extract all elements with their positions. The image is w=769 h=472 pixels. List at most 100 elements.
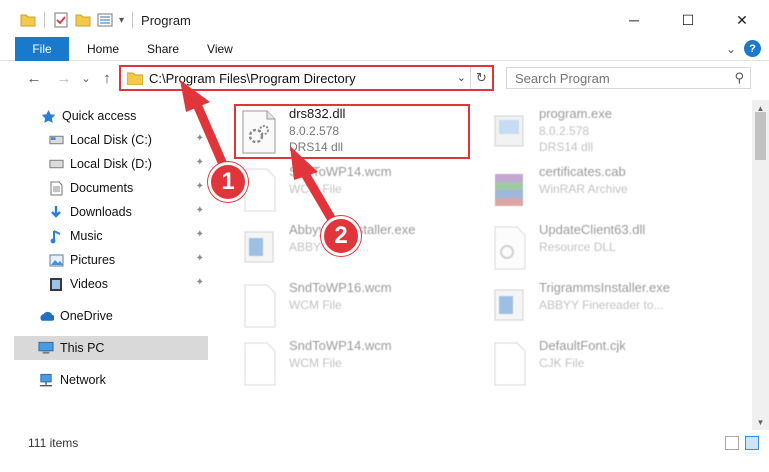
file-details: TrigrammsInstaller.exe ABBYY Finereader … <box>539 280 670 336</box>
file-type: WCM File <box>289 182 342 196</box>
sidebar-item-network[interactable]: Network <box>14 368 208 392</box>
pin-icon[interactable]: ✦ <box>196 277 204 288</box>
search-box[interactable]: ⚲ <box>506 67 751 89</box>
quick-access-toolbar: ▾ <box>20 12 135 28</box>
installer-icon <box>244 231 274 263</box>
installer-icon <box>494 289 524 321</box>
file-details: SndToWP14.wcm WCM File <box>289 164 392 220</box>
help-icon[interactable]: ? <box>744 40 761 57</box>
pin-icon[interactable]: ✦ <box>196 229 204 240</box>
scroll-thumb[interactable] <box>755 112 766 160</box>
new-folder-icon[interactable] <box>75 12 91 28</box>
pin-icon[interactable]: ✦ <box>196 253 204 264</box>
file-name: certificates.cab <box>539 164 626 179</box>
close-button[interactable]: ✕ <box>715 0 769 40</box>
pin-icon[interactable]: ✦ <box>196 133 204 144</box>
dll-file-icon <box>494 226 526 270</box>
minimize-button[interactable]: ─ <box>607 0 661 40</box>
file-name: UpdateClient63.dll <box>539 222 646 237</box>
maximize-button[interactable]: ☐ <box>661 0 715 40</box>
item-count: 111 items <box>28 436 79 450</box>
file-type: CJK File <box>539 356 585 370</box>
list-item-trigrammsinstaller-exe[interactable]: TrigrammsInstaller.exe ABBYY Finereader … <box>489 280 729 336</box>
list-item-certificates-cab[interactable]: certificates.cab WinRAR Archive <box>489 164 729 220</box>
list-item-sndtowp14-wcm-2[interactable]: SndToWP14.wcm WCM File <box>239 338 479 394</box>
vertical-scrollbar[interactable]: ▲ ▼ <box>752 100 769 430</box>
navigation-pane: Quick access Local Disk (C:) ✦ Local Dis… <box>0 100 212 430</box>
generic-file-icon <box>494 342 526 386</box>
list-item-sndtowp16-wcm[interactable]: SndToWP16.wcm WCM File <box>239 280 479 336</box>
winrar-icon <box>495 174 523 206</box>
toolbar-divider <box>44 12 45 28</box>
details-view-icon[interactable] <box>725 436 739 450</box>
sidebar-item-quick-access[interactable]: Quick access <box>14 104 208 128</box>
address-dropdown-chevron-icon[interactable]: ⌄ <box>457 71 466 84</box>
sidebar-item-label: Network <box>60 373 106 387</box>
pin-icon[interactable]: ✦ <box>196 205 204 216</box>
file-type: Resource DLL <box>539 240 616 254</box>
step-2-badge: 2 <box>321 216 361 256</box>
sidebar-item-videos[interactable]: Videos ✦ <box>14 272 208 296</box>
scroll-down-arrow-icon[interactable]: ▼ <box>752 414 769 430</box>
music-icon <box>48 228 64 244</box>
sidebar-item-label: Downloads <box>70 205 132 219</box>
ribbon-tabs: File Home Share View ⌄ ? <box>0 36 769 61</box>
view-options-icon[interactable] <box>97 12 113 28</box>
pin-icon[interactable]: ✦ <box>196 181 204 192</box>
search-icon[interactable]: ⚲ <box>734 70 744 86</box>
refresh-button[interactable]: ↻ <box>470 67 492 89</box>
list-item-program-exe[interactable]: program.exe 8.0.2.578 DRS14 dll <box>489 106 729 162</box>
downloads-icon <box>48 204 64 220</box>
forward-button[interactable]: → <box>54 68 74 88</box>
tab-view[interactable]: View <box>193 37 247 61</box>
drive-icon <box>48 156 64 172</box>
expand-ribbon-chevron-icon[interactable]: ⌄ <box>726 42 736 56</box>
file-details: certificates.cab WinRAR Archive <box>539 164 628 220</box>
file-details: program.exe 8.0.2.578 DRS14 dll <box>539 106 612 162</box>
file-name: SndToWP14.wcm <box>289 338 392 353</box>
recent-locations-chevron-icon[interactable]: ⌄ <box>76 68 96 88</box>
sidebar-item-documents[interactable]: Documents ✦ <box>14 176 208 200</box>
sidebar-item-pictures[interactable]: Pictures ✦ <box>14 248 208 272</box>
sidebar-item-music[interactable]: Music ✦ <box>14 224 208 248</box>
highlight-box <box>234 104 470 159</box>
sidebar-item-local-disk-d[interactable]: Local Disk (D:) ✦ <box>14 152 208 176</box>
pc-icon <box>38 340 54 356</box>
search-input[interactable] <box>515 70 715 86</box>
view-toggle <box>725 436 759 450</box>
sidebar-item-onedrive[interactable]: OneDrive <box>14 304 208 328</box>
up-button[interactable]: ↑ <box>97 68 117 88</box>
sidebar-item-label: OneDrive <box>60 309 113 323</box>
sidebar-item-label: Quick access <box>62 109 137 123</box>
tab-share[interactable]: Share <box>133 37 193 61</box>
list-item-updateclient63-dll[interactable]: UpdateClient63.dll Resource DLL <box>489 222 729 278</box>
file-details: DefaultFont.cjk CJK File <box>539 338 626 394</box>
ribbon-right-controls: ⌄ ? <box>726 40 761 57</box>
large-icons-view-icon[interactable] <box>745 436 759 450</box>
file-type: WCM File <box>289 298 342 312</box>
list-item-sndtowp14-wcm[interactable]: SndToWP14.wcm WCM File <box>239 164 479 220</box>
generic-file-icon <box>244 342 276 386</box>
sidebar-item-label: Local Disk (D:) <box>70 157 152 171</box>
pin-icon[interactable]: ✦ <box>196 157 204 168</box>
tab-home[interactable]: Home <box>73 37 133 61</box>
customize-toolbar-chevron-icon[interactable]: ▾ <box>119 15 124 26</box>
list-item-defaultfont-cjk[interactable]: DefaultFont.cjk CJK File <box>489 338 729 394</box>
navigation-bar: ← → ⌄ ↑ C:\Program Files\Program Directo… <box>0 61 769 95</box>
file-details: SndToWP16.wcm WCM File <box>289 280 392 336</box>
sidebar-item-label: This PC <box>60 341 105 355</box>
sidebar-item-downloads[interactable]: Downloads ✦ <box>14 200 208 224</box>
address-bar[interactable]: C:\Program Files\Program Directory ⌄ ↻ <box>119 65 494 91</box>
videos-icon <box>48 276 64 292</box>
tab-file[interactable]: File <box>15 36 69 61</box>
title-bar: ▾ Program ─ ☐ ✕ <box>0 0 769 40</box>
address-path[interactable]: C:\Program Files\Program Directory <box>149 71 356 86</box>
file-type: WCM File <box>289 356 342 370</box>
sidebar-item-local-disk-c[interactable]: Local Disk (C:) ✦ <box>14 128 208 152</box>
step-1-badge: 1 <box>208 162 248 202</box>
file-details: UpdateClient63.dll Resource DLL <box>539 222 645 278</box>
sidebar-item-this-pc[interactable]: This PC <box>14 336 208 360</box>
properties-icon[interactable] <box>53 12 69 28</box>
status-bar: 111 items <box>0 432 769 472</box>
back-button[interactable]: ← <box>24 68 44 88</box>
